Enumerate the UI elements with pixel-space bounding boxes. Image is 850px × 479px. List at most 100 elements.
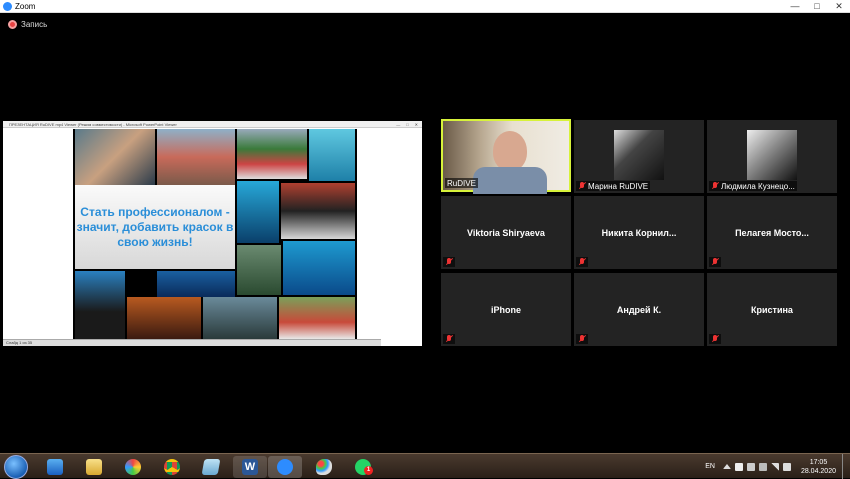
participant-nameplate (576, 334, 588, 344)
folder-icon (86, 459, 102, 475)
participant-center-name: Viktoria Shiryaeva (467, 227, 545, 238)
participant-nameplate (576, 257, 588, 267)
shared-window-titlebar: ПРЕЗЕНТАЦИЯ RuDIVE mp4 Viewer (Режим сов… (3, 121, 422, 128)
recording-label: Запись (21, 20, 48, 29)
participant-name: Людмила Кузнецо... (721, 181, 795, 191)
slide-photo (157, 129, 235, 185)
participant-nameplate (443, 334, 455, 344)
participant-face (493, 131, 527, 171)
participant-nameplate (443, 257, 455, 267)
taskbar-chrome[interactable] (155, 456, 189, 478)
slide-headline-box: Стать профессионалом - значит, добавить … (75, 185, 235, 269)
taskbar-whatsapp[interactable]: 1 (346, 456, 380, 478)
participant-nameplate (709, 257, 721, 267)
slide-photo (279, 297, 355, 339)
participant-tile[interactable]: Кристина (707, 273, 837, 346)
whatsapp-icon: 1 (355, 459, 373, 475)
slide-photo (237, 129, 307, 179)
minimize-button[interactable]: — (784, 0, 806, 13)
shared-window-title: ПРЕЗЕНТАЦИЯ RuDIVE mp4 Viewer (Режим сов… (9, 121, 177, 127)
language-indicator[interactable]: EN (705, 463, 715, 470)
taskbar-paint[interactable] (307, 456, 341, 478)
notification-badge: 1 (364, 466, 373, 475)
security-icon[interactable] (758, 462, 767, 471)
participant-tile[interactable]: iPhone (441, 273, 571, 346)
media-player-icon (47, 459, 63, 475)
participant-nameplate (709, 334, 721, 344)
photos-icon (125, 459, 141, 475)
maximize-button[interactable]: □ (806, 0, 828, 13)
participant-nameplate: Людмила Кузнецо... (709, 181, 797, 191)
participant-name: RuDIVE (447, 178, 476, 188)
participant-center-name: Кристина (751, 304, 793, 315)
volume-icon[interactable] (782, 462, 791, 471)
taskbar-media-player[interactable] (38, 456, 72, 478)
chrome-icon (164, 459, 180, 475)
participant-nameplate: RuDIVE (445, 178, 478, 188)
slide-photo (281, 183, 355, 239)
participant-tile-rudive[interactable]: RuDIVE (441, 119, 571, 194)
taskbar-explorer[interactable] (77, 456, 111, 478)
recording-indicator[interactable]: Запись (8, 20, 47, 29)
taskbar-zoom[interactable] (268, 456, 302, 478)
system-tray: EN 17:05 28.04.2020 (705, 454, 850, 479)
window-titlebar: Zoom — □ ✕ (0, 0, 850, 13)
taskbar-word[interactable]: W (233, 456, 267, 478)
show-desktop-button[interactable] (842, 454, 850, 479)
slide-photo (309, 129, 355, 181)
record-icon (8, 20, 17, 29)
clock[interactable]: 17:05 28.04.2020 (801, 458, 836, 476)
zoom-app-icon (3, 1, 12, 11)
participant-shirt (473, 167, 547, 194)
participant-name: Марина RuDIVE (588, 181, 649, 191)
participant-tile[interactable]: Марина RuDIVE (574, 120, 704, 193)
participant-tile[interactable]: Людмила Кузнецо... (707, 120, 837, 193)
clock-time: 17:05 (809, 458, 828, 466)
muted-mic-icon (578, 335, 586, 343)
slide-photo (75, 271, 125, 339)
slide-photo (203, 297, 277, 339)
signal-icon[interactable] (770, 462, 779, 471)
clock-date: 28.04.2020 (800, 467, 836, 475)
avatar (747, 130, 797, 180)
window-title: Zoom (15, 1, 36, 11)
slide-photo (237, 181, 279, 243)
network-icon[interactable] (746, 462, 755, 471)
muted-mic-icon (711, 258, 719, 266)
window-controls: — □ ✕ (784, 0, 850, 13)
muted-mic-icon (445, 335, 453, 343)
taskbar-photos[interactable] (116, 456, 150, 478)
slide-photo (127, 297, 201, 339)
presentation-slide: Стать профессионалом - значит, добавить … (73, 129, 357, 339)
muted-mic-icon (711, 335, 719, 343)
participant-center-name: Никита Корнил... (601, 227, 677, 238)
participant-tile[interactable]: Пелагея Мосто... (707, 196, 837, 269)
slide-photo (157, 271, 235, 297)
paint-icon (316, 459, 332, 475)
start-button[interactable] (4, 455, 28, 479)
participant-tile[interactable]: Никита Корнил... (574, 196, 704, 269)
notepad-icon (201, 459, 221, 475)
flag-icon[interactable] (734, 462, 743, 471)
shared-screen: ПРЕЗЕНТАЦИЯ RuDIVE mp4 Viewer (Режим сов… (3, 121, 422, 346)
avatar (614, 130, 664, 180)
slide-photo (237, 245, 281, 295)
participant-center-name: Андрей К. (616, 304, 662, 315)
participant-tile[interactable]: Viktoria Shiryaeva (441, 196, 571, 269)
muted-mic-icon (578, 182, 586, 190)
participant-nameplate: Марина RuDIVE (576, 181, 651, 191)
muted-mic-icon (578, 258, 586, 266)
word-icon: W (242, 459, 258, 475)
shared-window-statusbar: Слайд 1 из 35 (3, 339, 381, 346)
zoom-icon (277, 459, 293, 475)
participant-center-name: iPhone (490, 304, 521, 315)
taskbar-notepad[interactable] (194, 456, 228, 478)
close-button[interactable]: ✕ (828, 0, 850, 13)
muted-mic-icon (711, 182, 719, 190)
windows-taskbar: W 1 EN 17:05 28.04.2020 (0, 453, 850, 479)
slide-headline: Стать профессионалом - значит, добавить … (76, 204, 234, 249)
tray-arrow-icon[interactable] (722, 464, 731, 469)
participant-center-name: Пелагея Мосто... (735, 227, 809, 238)
participant-tile[interactable]: Андрей К. (574, 273, 704, 346)
muted-mic-icon (445, 258, 453, 266)
